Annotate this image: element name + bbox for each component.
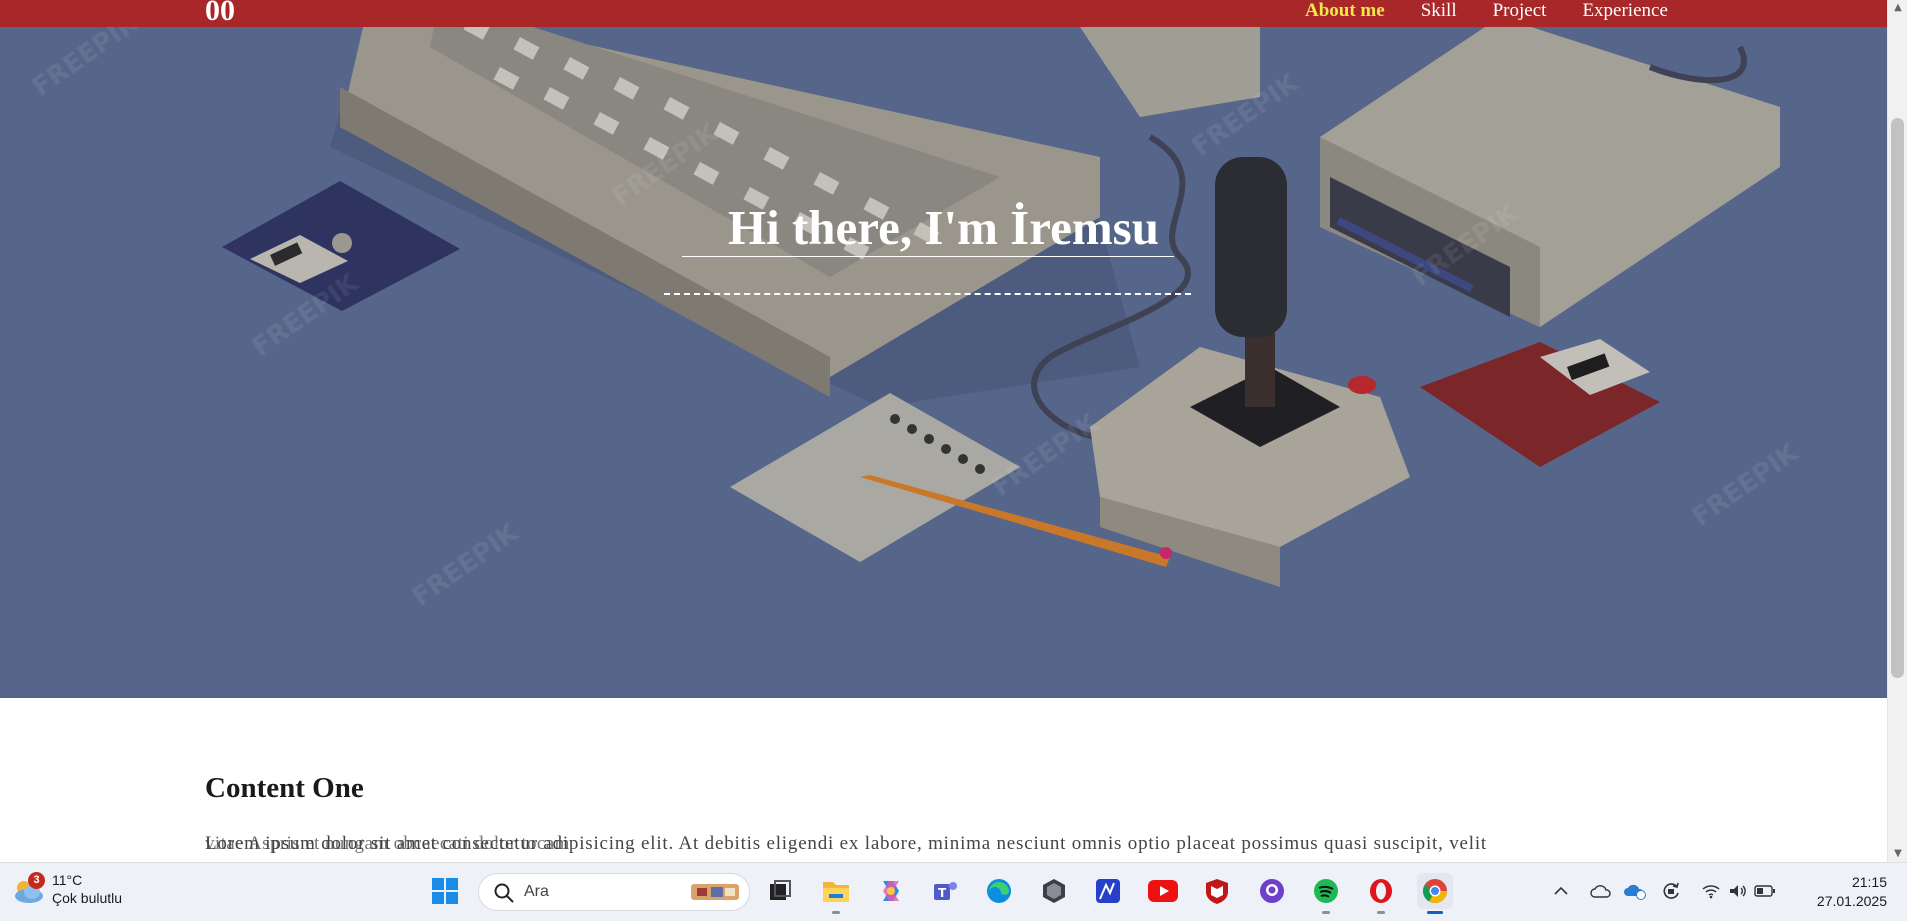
hero-section: FREEPIK FREEPIK FREEPIK FREEPIK FREEPIK … [0,27,1887,698]
spotify-icon[interactable] [1308,873,1344,914]
weather-temperature: 11°C [52,872,83,888]
wifi-icon[interactable] [1696,873,1726,909]
battery-icon[interactable] [1750,873,1780,909]
file-explorer-icon[interactable] [818,873,854,914]
opera-icon[interactable] [1363,873,1399,914]
taskbar-search[interactable]: Ara [478,873,750,911]
nav-links: About me Skill Project Experience [1287,0,1686,27]
brand-logo[interactable]: 00 [205,0,235,28]
copilot-icon[interactable] [873,873,909,909]
taskbar-clock[interactable]: 21:15 27.01.2025 [1817,873,1887,911]
mcafee-icon[interactable] [1199,873,1235,909]
windows-start-icon[interactable] [427,873,463,909]
teams-icon[interactable]: T [927,873,963,909]
weather-widget[interactable]: 3 11°C Çok bulutlu [10,871,122,907]
content-title: Content One [205,772,364,804]
scroll-up-arrow-icon[interactable]: ▲ [1888,0,1907,16]
windows-taskbar: 3 11°C Çok bulutlu Ara T 21:15 27.01.202… [0,862,1907,921]
hero-title: Hi there, I'm İremsu [728,200,1159,255]
dark-app-icon[interactable] [1036,873,1072,909]
nav-link-experience[interactable]: Experience [1564,0,1685,27]
cloudy-weather-icon: 3 [10,872,46,906]
onedrive-icon[interactable] [1586,873,1616,909]
task-view-icon[interactable] [762,873,798,909]
edge-icon[interactable] [981,873,1017,909]
scroll-down-arrow-icon[interactable]: ▼ [1888,846,1907,862]
scrollbar-thumb[interactable] [1891,118,1904,678]
search-icon [493,882,515,909]
weather-description: Çok bulutlu [52,890,123,906]
onedrive-sync-icon[interactable] [1620,873,1650,909]
svg-text:FREEPIK: FREEPIK [1687,438,1805,533]
svg-text:FREEPIK: FREEPIK [407,518,525,613]
hero-illustration: FREEPIK FREEPIK FREEPIK FREEPIK FREEPIK … [27,27,1805,613]
search-highlight-icon [691,884,739,900]
chrome-icon[interactable] [1417,873,1453,914]
weather-badge: 3 [28,872,45,889]
svg-text:FREEPIK: FREEPIK [987,408,1105,503]
content-overlap-text: vitae Aspris et nungam obcaecati dolor t… [205,833,570,854]
youtube-icon[interactable] [1145,873,1181,909]
sync-icon[interactable] [1656,873,1686,909]
volume-icon[interactable] [1723,873,1753,909]
nav-link-project[interactable]: Project [1475,0,1565,27]
show-hidden-icons-chevron-icon[interactable] [1546,873,1576,909]
clock-time: 21:15 [1851,874,1887,890]
mailbird-icon[interactable] [1090,873,1126,909]
hero-dashed-divider [664,293,1191,295]
github-icon[interactable] [1254,873,1290,909]
svg-text:T: T [938,886,947,900]
clock-date: 27.01.2025 [1816,893,1887,909]
search-placeholder: Ara [524,883,549,900]
svg-text:FREEPIK: FREEPIK [27,27,145,103]
nav-link-about-me[interactable]: About me [1287,0,1403,27]
top-navbar: 00 About me Skill Project Experience [0,0,1887,27]
vertical-scrollbar[interactable]: ▲ ▼ [1887,0,1907,862]
hero-title-underline [682,256,1174,257]
nav-link-skill[interactable]: Skill [1403,0,1475,27]
browser-viewport: FREEPIK FREEPIK FREEPIK FREEPIK FREEPIK … [0,0,1887,862]
